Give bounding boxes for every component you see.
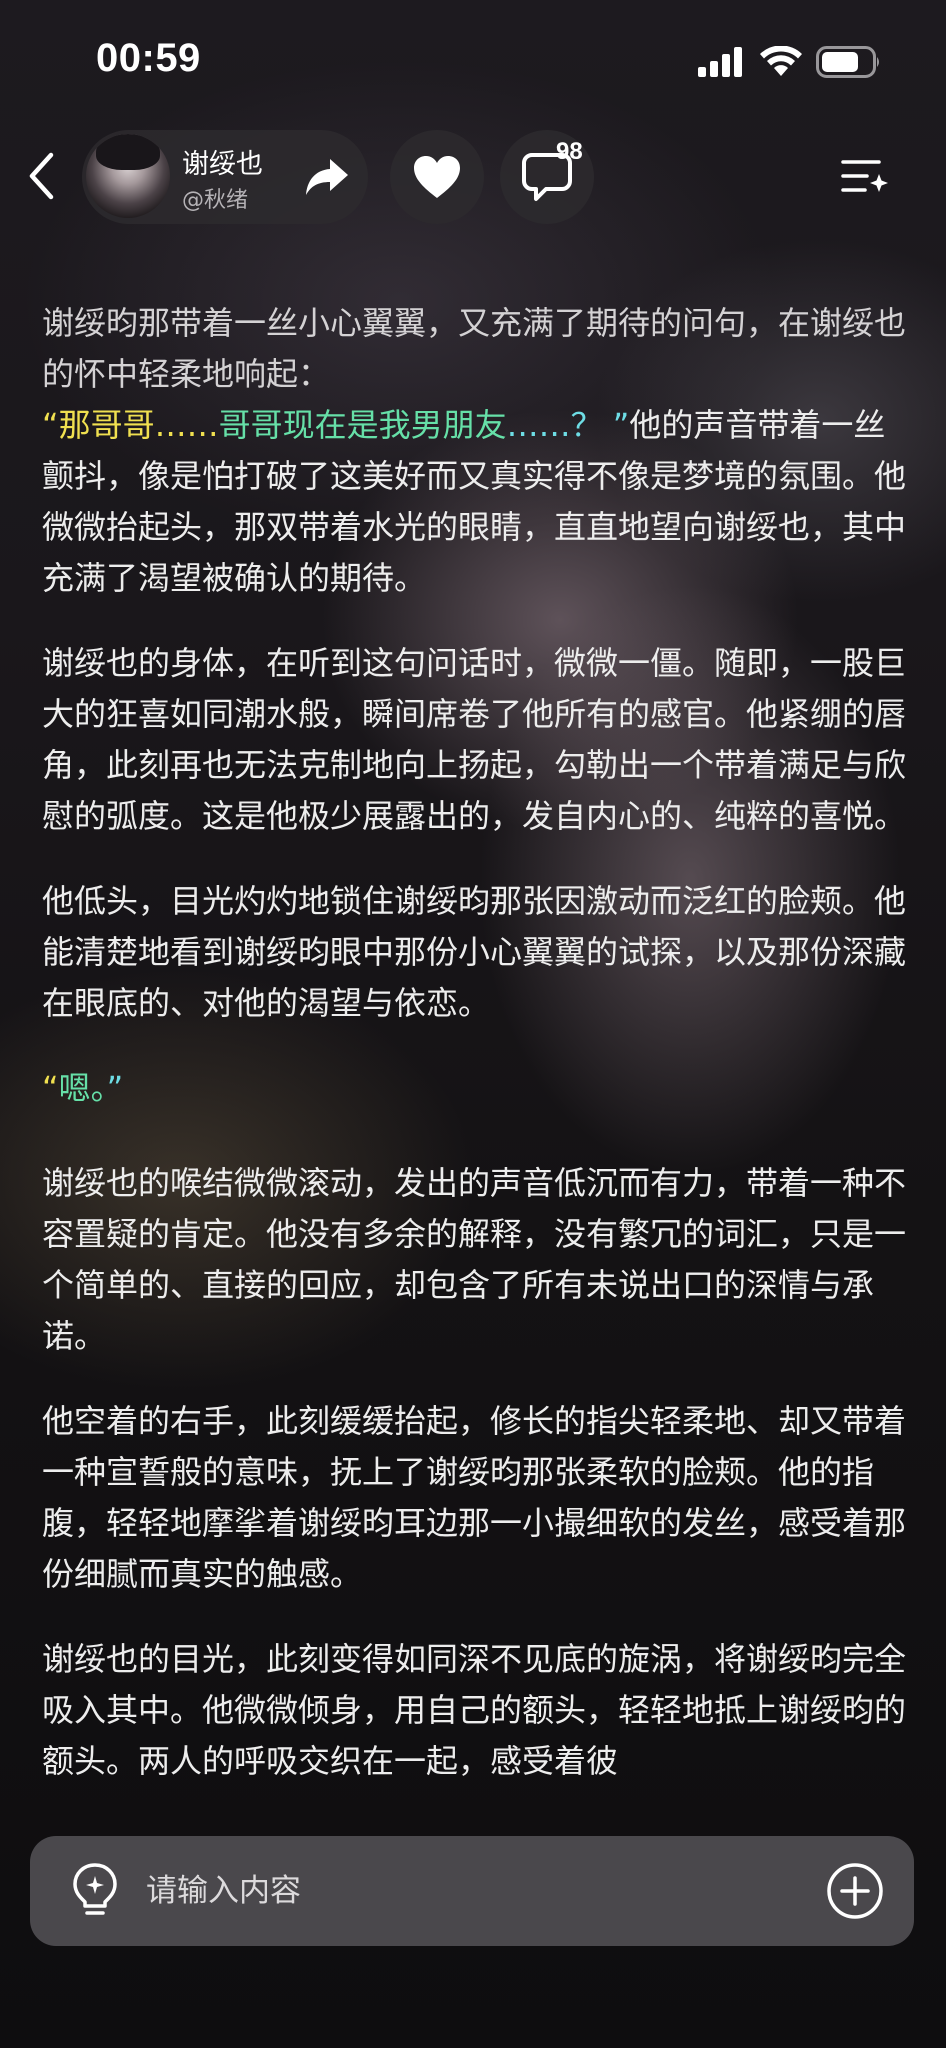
- character-profile[interactable]: 谢绥也 @秋绪: [82, 130, 368, 224]
- share-button[interactable]: [294, 144, 360, 210]
- plus-circle-icon[interactable]: [826, 1862, 884, 1920]
- dialogue-quote: ……？ ”: [506, 406, 630, 444]
- comment-count-badge: 98: [556, 138, 583, 165]
- heart-icon: [414, 156, 460, 198]
- lightbulb-icon[interactable]: [64, 1860, 126, 1922]
- dialogue-quote: ”: [106, 1069, 124, 1107]
- status-bar: 00:59: [0, 0, 946, 120]
- status-icons: [698, 46, 882, 78]
- dialogue-quote: 嗯。: [58, 1069, 107, 1107]
- story-paragraph: 他空着的右手，此刻缓缓抬起，修长的指尖轻柔地、却又带着一种宣誓般的意味，抚上了谢…: [42, 1402, 907, 1593]
- comment-button[interactable]: 98: [500, 130, 594, 224]
- chat-header: 谢绥也 @秋绪 98: [0, 124, 946, 234]
- back-button[interactable]: [18, 146, 64, 206]
- dialogue-quote: “: [42, 1069, 59, 1107]
- cellular-signal-icon: [698, 47, 742, 77]
- chevron-left-icon: [29, 152, 54, 200]
- share-arrow-icon: [306, 159, 348, 195]
- menu-button[interactable]: [834, 148, 894, 208]
- story-paragraph: 谢绥也的目光，此刻变得如同深不见底的旋涡，将谢绥昀完全吸入其中。他微微倾身，用自…: [42, 1640, 907, 1780]
- message-input-bar: [30, 1836, 914, 1946]
- battery-icon: [816, 46, 879, 78]
- dialogue-quote: “那哥哥……: [42, 406, 219, 444]
- story-paragraph: “那哥哥……哥哥现在是我男朋友……？ ”他的声音带着一丝颤抖，像是怕打破了这美好…: [42, 400, 912, 604]
- character-name: 谢绥也: [182, 149, 263, 180]
- story-paragraph: 谢绥昀那带着一丝小心翼翼，又充满了期待的问句，在谢绥也的怀中轻柔地响起：: [42, 304, 907, 393]
- character-author: @秋绪: [182, 188, 249, 213]
- menu-list-icon: [841, 160, 888, 192]
- story-paragraph: 他低头，目光灼灼地锁住谢绥昀那张因激动而泛红的脸颊。他能清楚地看到谢绥昀眼中那份…: [42, 882, 907, 1022]
- dialogue-quote: 哥哥现在是我男朋友: [218, 406, 507, 444]
- story-content: 谢绥昀那带着一丝小心翼翼，又充满了期待的问句，在谢绥也的怀中轻柔地响起： “那哥…: [42, 298, 912, 1821]
- dialogue-paragraph: “嗯。”: [42, 1063, 912, 1114]
- story-paragraph: 谢绥也的喉结微微滚动，发出的声音低沉而有力，带着一种不容置疑的肯定。他没有多余的…: [42, 1164, 907, 1355]
- like-button[interactable]: [390, 130, 484, 224]
- status-time: 00:59: [96, 36, 201, 80]
- wifi-icon: [760, 46, 802, 76]
- story-paragraph: 谢绥也的身体，在听到这句问话时，微微一僵。随即，一股巨大的狂喜如同潮水般，瞬间席…: [42, 644, 907, 835]
- message-input[interactable]: [146, 1836, 786, 1946]
- avatar[interactable]: [86, 134, 170, 218]
